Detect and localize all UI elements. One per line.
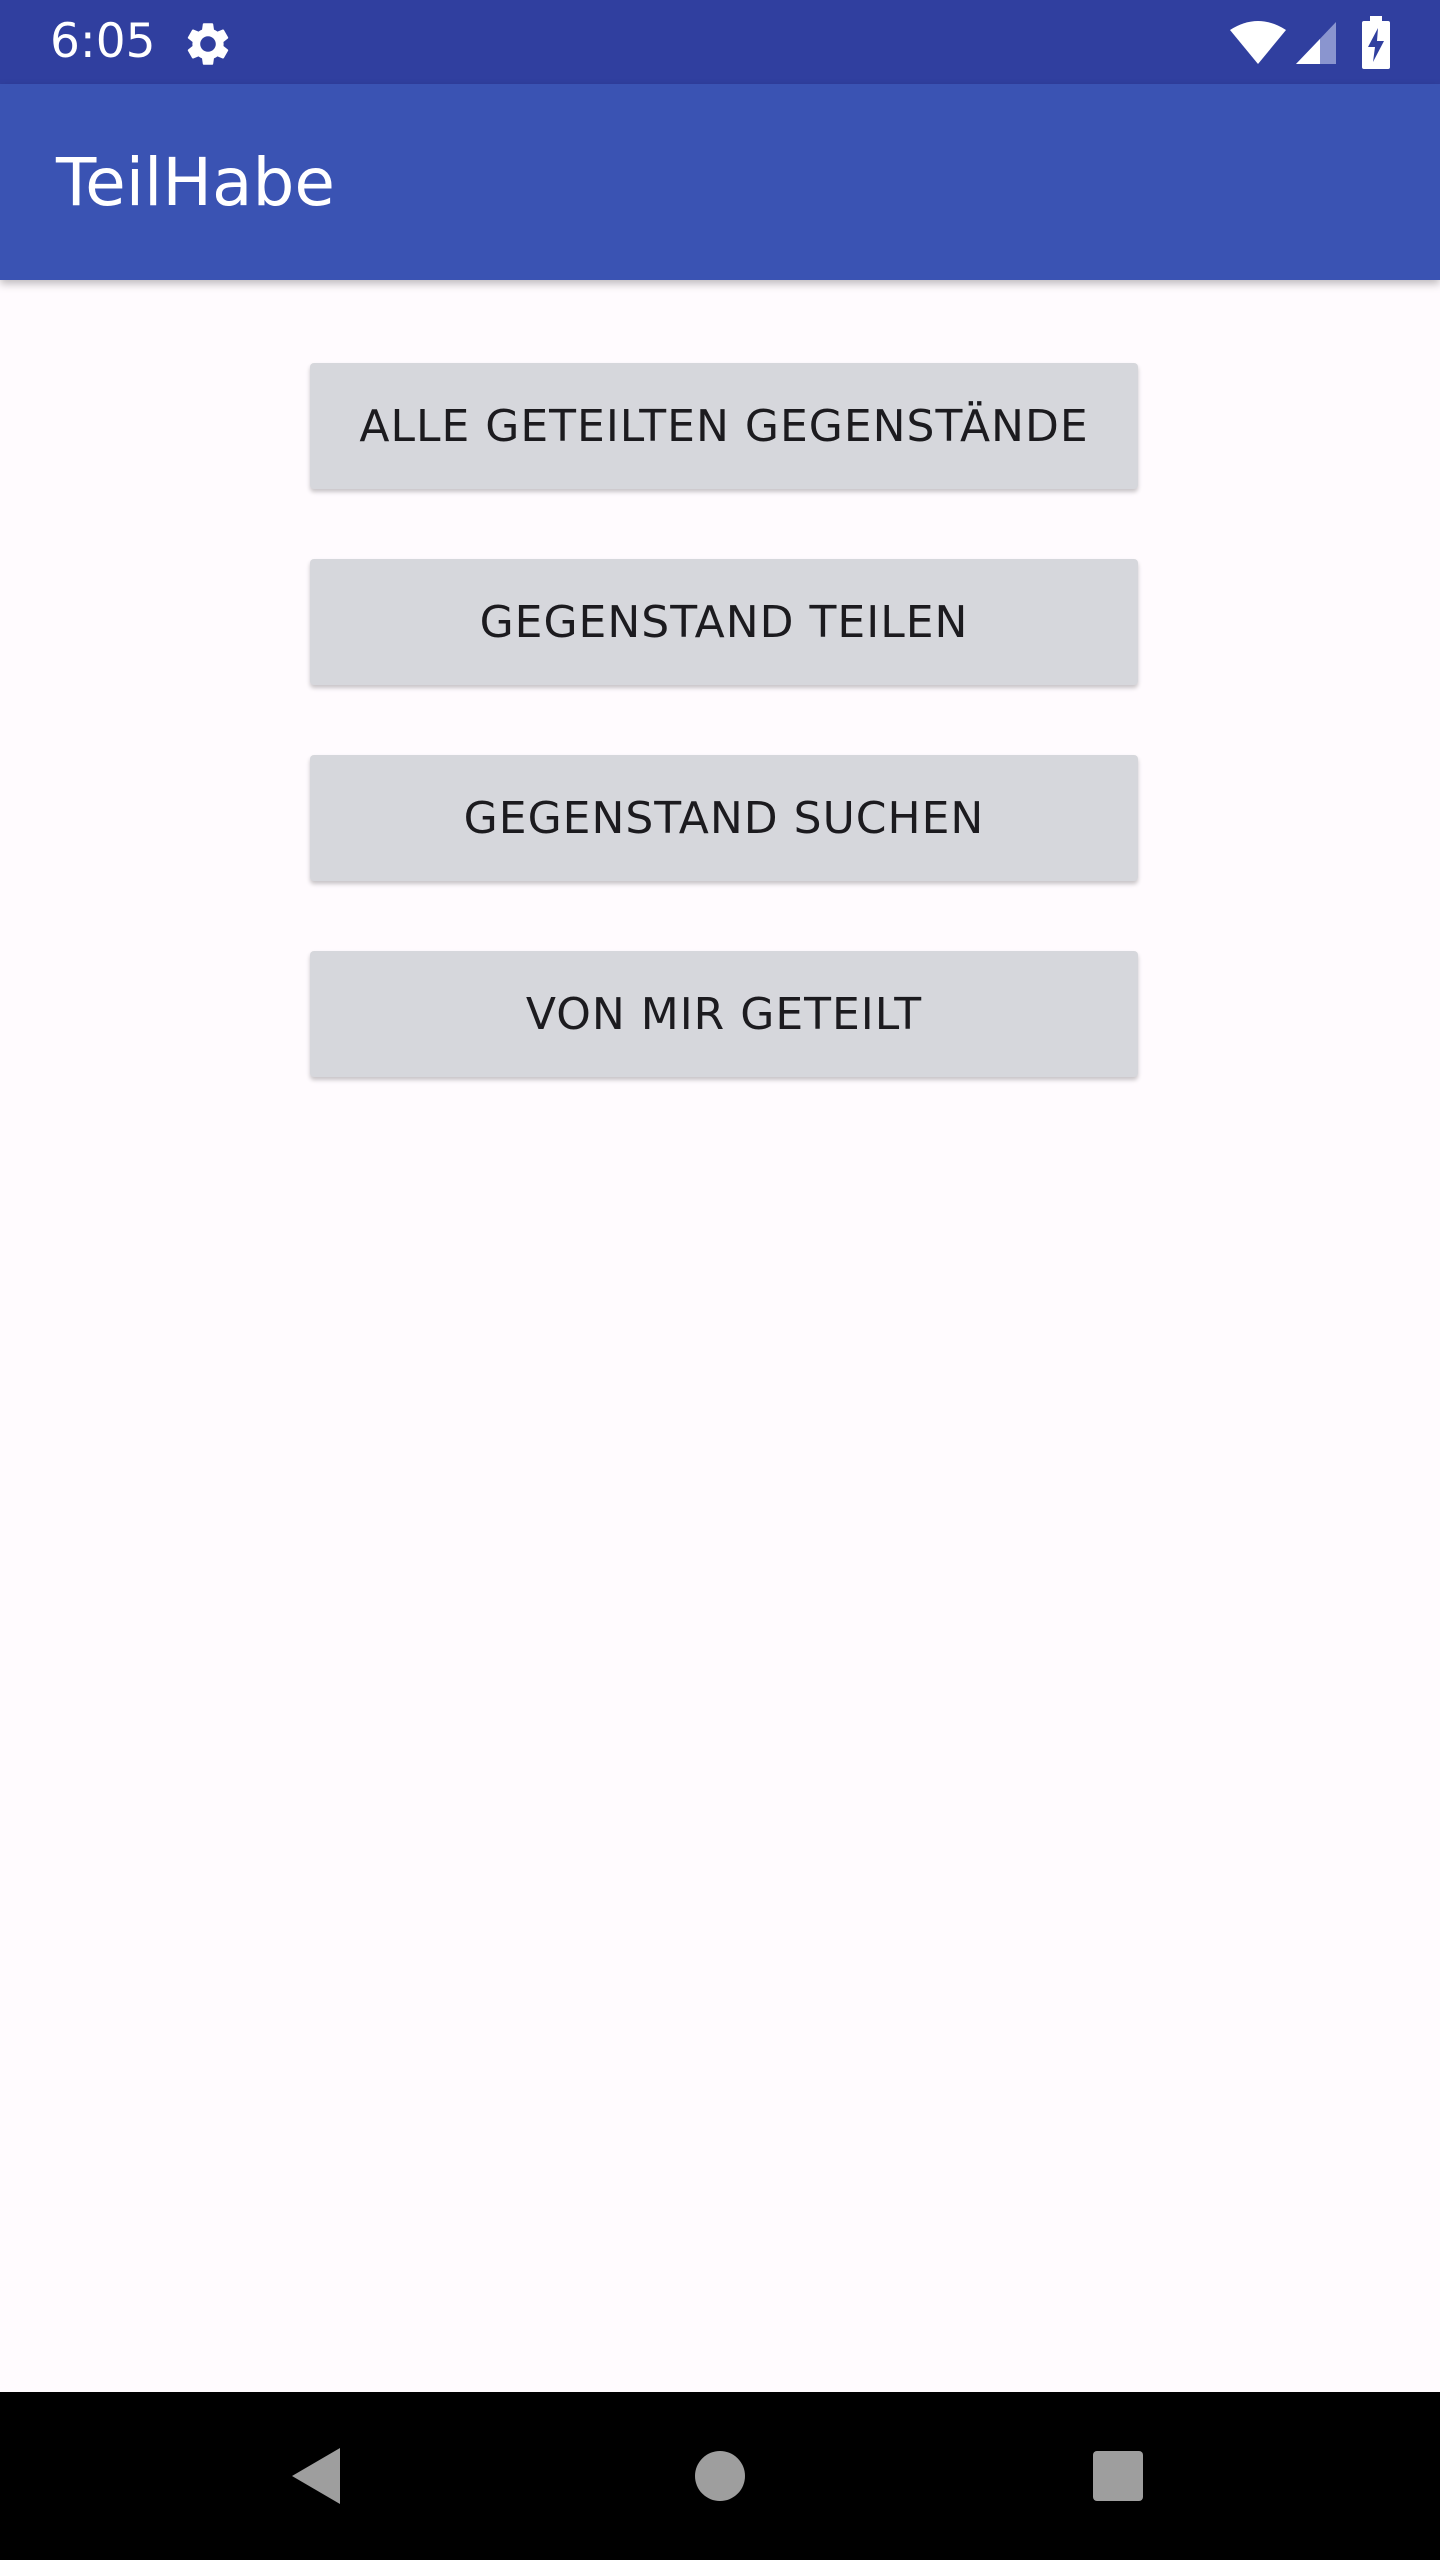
all-shared-items-button[interactable]: ALLE GETEILTEN GEGENSTÄNDE [310, 363, 1138, 489]
share-item-button[interactable]: GEGENSTAND TEILEN [310, 559, 1138, 685]
battery-charging-icon [1360, 16, 1392, 70]
recents-icon[interactable] [1092, 2450, 1144, 2502]
home-icon[interactable] [694, 2450, 746, 2502]
search-item-button[interactable]: GEGENSTAND SUCHEN [310, 755, 1138, 881]
shared-by-me-button[interactable]: VON MIR GETEILT [310, 951, 1138, 1077]
navigation-bar [0, 2392, 1440, 2560]
gear-icon [182, 18, 234, 70]
cell-signal-icon [1294, 20, 1338, 66]
app-bar: TeilHabe [0, 84, 1440, 280]
wifi-icon [1228, 20, 1288, 66]
back-icon[interactable] [288, 2444, 344, 2508]
status-time: 6:05 [50, 14, 156, 69]
app-title: TeilHabe [56, 144, 335, 221]
status-bar: 6:05 [0, 0, 1440, 84]
